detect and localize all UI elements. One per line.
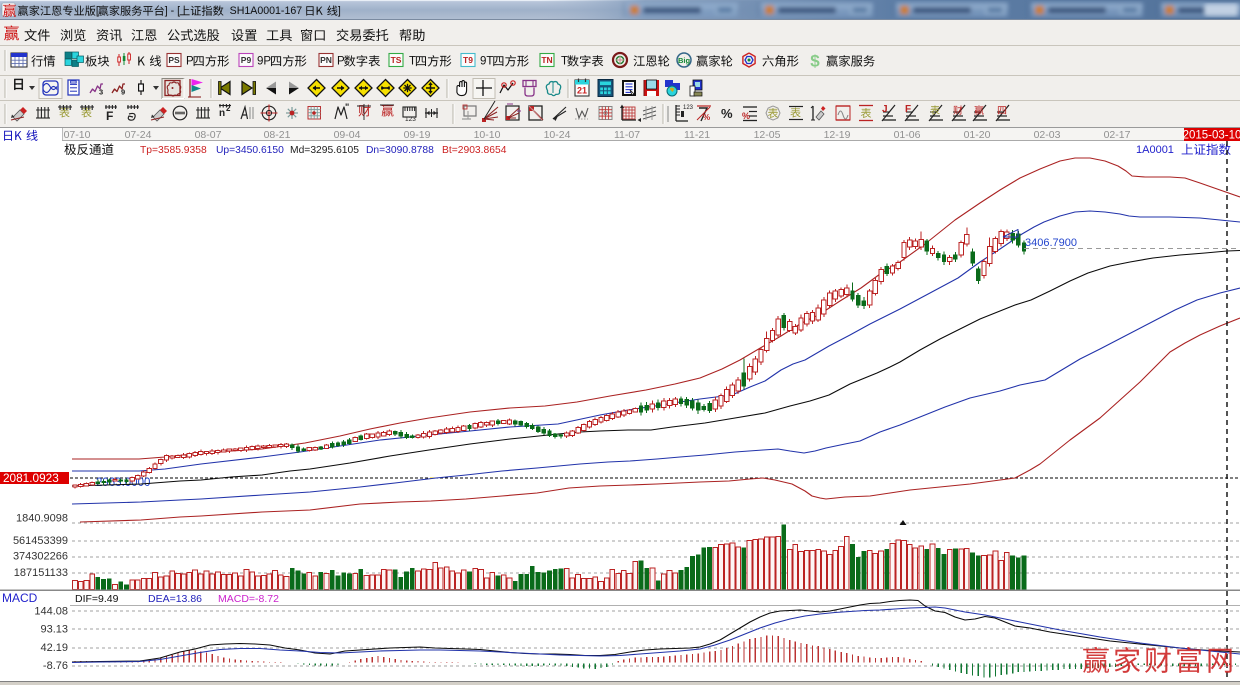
svg-text:3: 3 bbox=[99, 88, 103, 97]
svg-text:42.19: 42.19 bbox=[40, 642, 68, 654]
svg-text:1A0001: 1A0001 bbox=[1136, 144, 1174, 156]
svg-text:08-21: 08-21 bbox=[264, 129, 291, 141]
svg-text:J: J bbox=[882, 104, 888, 115]
svg-text:": " bbox=[345, 102, 349, 112]
svg-text:] - [: ] - [ bbox=[165, 5, 180, 17]
svg-text:11-07: 11-07 bbox=[614, 129, 640, 141]
svg-text:561453399: 561453399 bbox=[13, 535, 68, 547]
svg-text:T: T bbox=[561, 56, 568, 68]
svg-text:DEA=13.86: DEA=13.86 bbox=[148, 593, 202, 605]
svg-text:187151133: 187151133 bbox=[14, 567, 68, 579]
svg-text:%: % bbox=[721, 106, 733, 121]
svg-text:93.13: 93.13 bbox=[40, 624, 68, 636]
svg-text:10-24: 10-24 bbox=[544, 129, 571, 141]
svg-text:T: T bbox=[409, 56, 416, 68]
svg-text:123: 123 bbox=[683, 105, 694, 111]
svg-text:10-10: 10-10 bbox=[474, 129, 501, 141]
svg-text:MACD=-8.72: MACD=-8.72 bbox=[218, 593, 279, 605]
svg-text:F: F bbox=[106, 109, 113, 123]
svg-text:n: n bbox=[219, 108, 225, 119]
svg-text:Bt=2903.8654: Bt=2903.8654 bbox=[442, 145, 507, 156]
svg-text:07-10: 07-10 bbox=[64, 129, 91, 141]
svg-text:02-17: 02-17 bbox=[1104, 129, 1131, 141]
svg-text:1840.9098: 1840.9098 bbox=[16, 513, 68, 525]
svg-text:2015-03-10: 2015-03-10 bbox=[1183, 130, 1240, 142]
svg-text:3406.7900: 3406.7900 bbox=[1025, 237, 1077, 249]
svg-text:09-19: 09-19 bbox=[404, 129, 431, 141]
svg-text:08-07: 08-07 bbox=[195, 129, 222, 141]
svg-text:12-05: 12-05 bbox=[754, 129, 781, 141]
svg-text:TN: TN bbox=[541, 55, 552, 65]
svg-text:$: $ bbox=[810, 52, 820, 71]
svg-text:Dn=3090.8788: Dn=3090.8788 bbox=[366, 145, 434, 156]
svg-text:9: 9 bbox=[121, 88, 125, 97]
svg-text:01-06: 01-06 bbox=[894, 129, 921, 141]
svg-text:07-24: 07-24 bbox=[125, 129, 152, 141]
svg-text:T9: T9 bbox=[463, 55, 473, 65]
svg-text:374302266: 374302266 bbox=[13, 551, 68, 563]
svg-text:9P: 9P bbox=[257, 56, 271, 68]
svg-text:P: P bbox=[186, 56, 194, 68]
svg-text:P: P bbox=[337, 56, 345, 68]
svg-text:09-04: 09-04 bbox=[334, 129, 361, 141]
svg-text:12-19: 12-19 bbox=[824, 129, 851, 141]
svg-text:MACD: MACD bbox=[2, 591, 38, 605]
svg-text:DIF=9.49: DIF=9.49 bbox=[75, 593, 119, 605]
svg-text:TS: TS bbox=[391, 55, 402, 65]
svg-text:01-20: 01-20 bbox=[964, 129, 991, 141]
svg-text:2081.0923: 2081.0923 bbox=[3, 471, 59, 485]
svg-text:Md=3295.6105: Md=3295.6105 bbox=[290, 145, 359, 156]
svg-text:%: % bbox=[703, 113, 710, 122]
svg-text:21: 21 bbox=[577, 86, 587, 96]
svg-text:Tp=3585.9358: Tp=3585.9358 bbox=[140, 145, 207, 156]
svg-text:SH1A0001-167: SH1A0001-167 bbox=[224, 5, 302, 17]
svg-text:]: ] bbox=[338, 5, 341, 17]
svg-text:9T: 9T bbox=[480, 56, 493, 68]
svg-text:PN: PN bbox=[320, 55, 332, 65]
svg-text:F: F bbox=[905, 104, 911, 115]
svg-text:%: % bbox=[742, 111, 750, 121]
svg-text:-8.76: -8.76 bbox=[43, 660, 68, 672]
svg-text:PS: PS bbox=[168, 55, 180, 65]
svg-text:Up=3450.6150: Up=3450.6150 bbox=[216, 145, 284, 156]
svg-text:Big: Big bbox=[678, 56, 691, 65]
svg-text:02-03: 02-03 bbox=[1034, 129, 1061, 141]
svg-text:123: 123 bbox=[405, 116, 416, 123]
svg-text:11-21: 11-21 bbox=[684, 129, 710, 141]
svg-text:P9: P9 bbox=[241, 55, 252, 65]
svg-text:144.08: 144.08 bbox=[34, 606, 68, 618]
